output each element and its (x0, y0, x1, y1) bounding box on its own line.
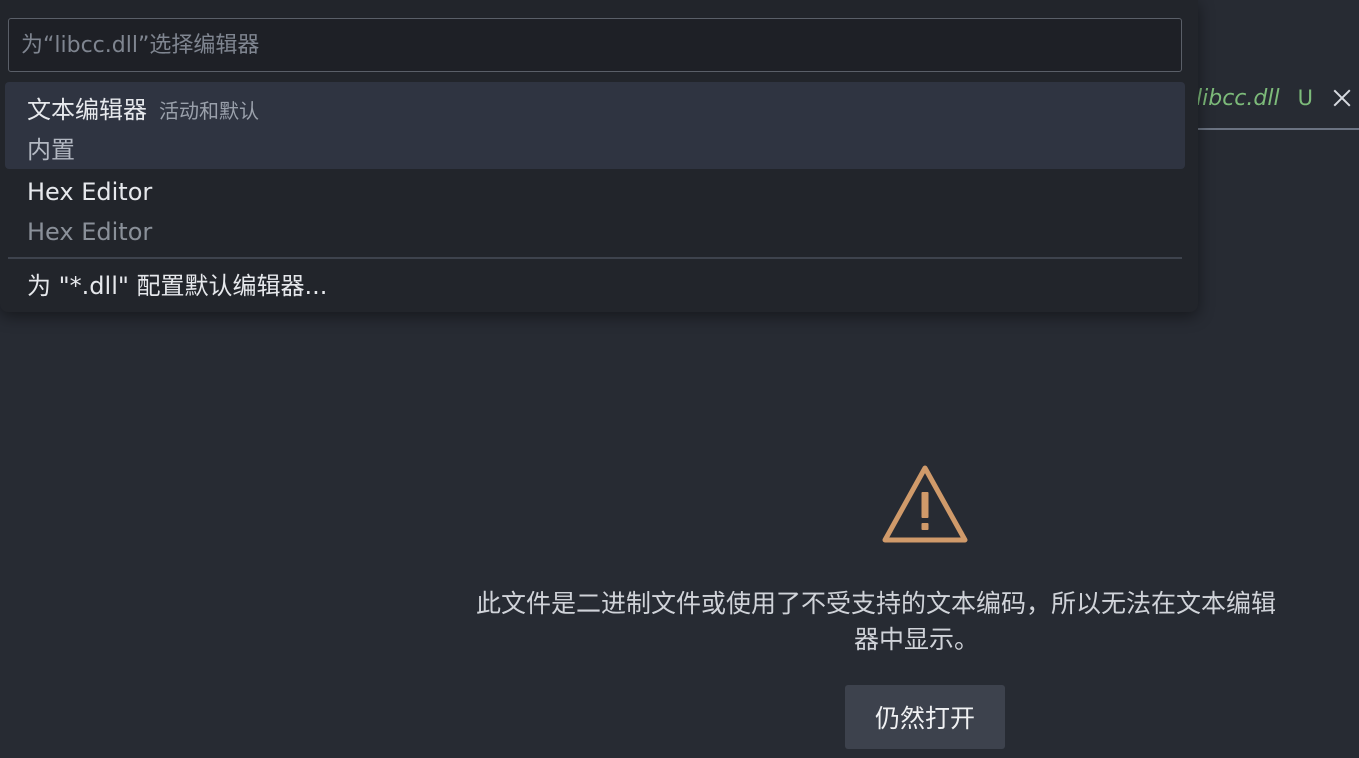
editor-window: libcc.dll U 此文件是二进制文件或使用了不受支持的文本编码，所以无法在… (0, 0, 1359, 758)
editor-tab-libcc[interactable]: libcc.dll U (1185, 68, 1359, 130)
picker-item-label: 文本编辑器 (27, 96, 147, 124)
picker-item-text-editor[interactable]: 文本编辑器 活动和默认 内置 (5, 82, 1185, 169)
picker-item-configure-default[interactable]: 为 "*.dll" 配置默认编辑器... (5, 260, 1185, 306)
picker-item-description: 活动和默认 (159, 99, 259, 123)
picker-item-label: 为 "*.dll" 配置默认编辑器... (27, 272, 328, 300)
open-anyway-button[interactable]: 仍然打开 (845, 685, 1005, 749)
binary-warning-message: 此文件是二进制文件或使用了不受支持的文本编码，所以无法在文本编辑 器中显示。 (476, 586, 1359, 658)
picker-item-detail: Hex Editor (27, 218, 153, 246)
editor-picker-popup: 文本编辑器 活动和默认 内置 Hex Editor Hex Editor 为 "… (0, 0, 1198, 312)
warning-line-2: 器中显示。 (854, 625, 980, 654)
warning-icon (882, 465, 968, 543)
picker-item-detail: 内置 (27, 136, 75, 164)
warning-line-1: 此文件是二进制文件或使用了不受支持的文本编码，所以无法在文本编辑 (476, 589, 1277, 618)
editor-picker-input[interactable] (8, 18, 1182, 72)
close-icon[interactable] (1331, 87, 1353, 109)
picker-item-label: Hex Editor (27, 178, 153, 206)
picker-item-hex-editor[interactable]: Hex Editor Hex Editor (5, 172, 1185, 254)
tab-title: libcc.dll (1196, 85, 1280, 111)
untracked-badge: U (1297, 86, 1313, 110)
picker-separator (8, 257, 1182, 259)
